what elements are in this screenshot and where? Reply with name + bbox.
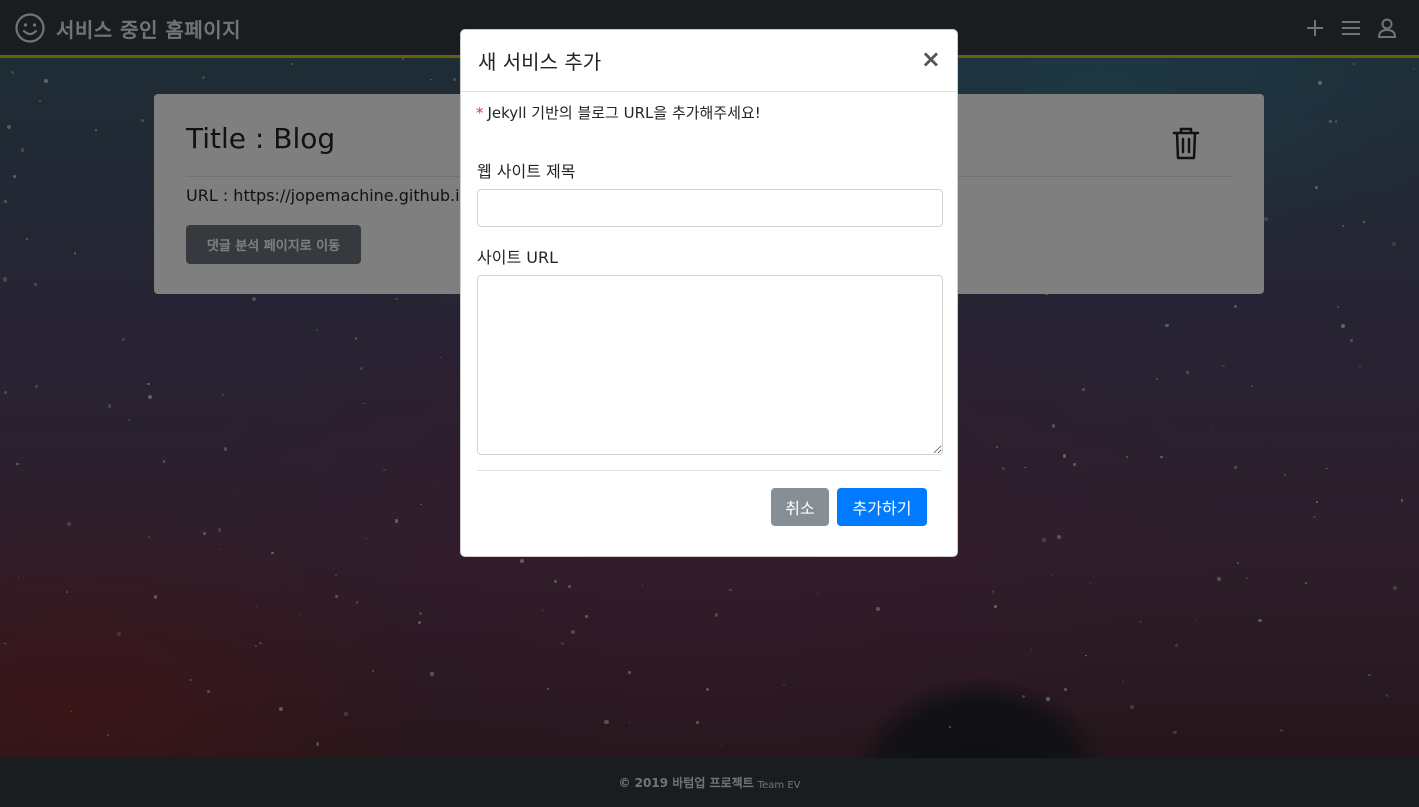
close-icon[interactable]: ×	[921, 47, 941, 71]
cancel-button[interactable]: 취소	[771, 488, 829, 526]
add-service-modal: 새 서비스 추가 × * Jekyll 기반의 블로그 URL을 추가해주세요! …	[460, 29, 958, 557]
site-title-input[interactable]	[477, 189, 943, 227]
modal-title: 새 서비스 추가	[478, 50, 602, 74]
add-button[interactable]: 추가하기	[837, 488, 927, 526]
site-url-label: 사이트 URL	[477, 248, 558, 267]
notice-text: * Jekyll 기반의 블로그 URL을 추가해주세요!	[476, 102, 761, 123]
notice-message: Jekyll 기반의 블로그 URL을 추가해주세요!	[487, 104, 761, 122]
site-url-textarea[interactable]	[477, 275, 943, 455]
site-title-label: 웹 사이트 제목	[477, 162, 576, 181]
modal-header: 새 서비스 추가 ×	[461, 30, 957, 92]
modal-divider	[477, 470, 941, 471]
required-marker: *	[476, 104, 484, 122]
